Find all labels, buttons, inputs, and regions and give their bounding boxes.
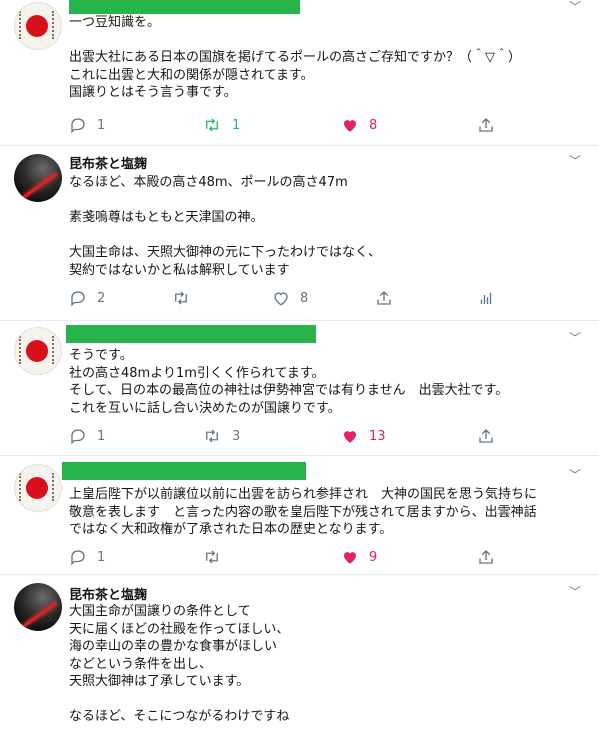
chevron-down-icon[interactable]: ﹀ [569,152,581,169]
heart-filled-icon [344,431,356,443]
like-count: 8 [369,117,378,133]
heart-icon [274,292,288,306]
reply-count: 1 [97,549,106,565]
analytics-button[interactable] [477,289,495,307]
reply-count: 1 [97,117,106,133]
redacted-username [66,325,316,343]
like-button[interactable]: 8 [341,116,377,134]
share-button[interactable] [375,289,393,307]
author-name[interactable]: 昆布茶と塩麹 [69,153,147,172]
retweet-button[interactable]: 1 [202,116,240,134]
like-count: 8 [300,290,309,306]
retweet-icon [206,429,218,443]
retweet-button[interactable] [202,548,222,566]
tweet-text: 一つ豆知識を。 出雲大社にある日本の国旗を掲げてるポールの高さご存知ですか？（＾… [69,15,521,100]
share-button[interactable] [477,116,495,134]
chevron-down-icon[interactable]: ﹀ [569,0,581,15]
tweet-text: なるほど、本殿の高さ48m、ポールの高さ47m 素戔嗚尊はもともと天津国の神。 … [69,175,382,278]
retweet-icon [206,118,218,132]
tweet-text: 大国主命が国譲りの条件として 天に届くほどの社殿を作ってほしい、 海の幸山の幸の… [69,604,290,724]
tweet-3[interactable]: ﹀ そうです。 社の高さ48mより1m引くく作られてます。 そして、日の本の最高… [0,321,599,456]
like-button[interactable]: 13 [341,427,386,445]
like-count: 13 [369,428,386,444]
reply-button[interactable]: 2 [69,289,105,307]
reply-count: 2 [97,290,106,306]
avatar[interactable] [14,583,62,631]
retweet-button[interactable]: 3 [202,427,240,445]
chevron-down-icon[interactable]: ﹀ [569,329,581,346]
share-button[interactable] [477,427,495,445]
reply-button[interactable]: 1 [69,116,105,134]
heart-filled-icon [344,552,356,564]
like-count: 9 [369,549,378,565]
author-name[interactable]: 昆布茶と塩麹 [69,584,147,603]
reply-button[interactable]: 1 [69,548,105,566]
retweet-icon [206,550,218,564]
reply-icon [71,550,85,566]
heart-filled-icon [344,120,356,132]
tweet-text: そうです。 社の高さ48mより1m引くく作られてます。 そして、日の本の最高位の… [69,348,509,416]
share-icon [377,291,391,305]
redacted-username [62,462,306,480]
like-button[interactable]: 8 [272,289,308,307]
analytics-icon [480,292,492,304]
share-icon [479,550,493,564]
redacted-username [69,0,300,14]
tweet-actions: 2 8 [69,289,569,309]
tweet-4[interactable]: ﹀ 上皇后陛下が以前譲位以前に出雲を訪られ参拝され 大神の国民を思う気持ちに 敬… [0,456,599,575]
avatar[interactable] [14,2,62,50]
tweet-text: 上皇后陛下が以前譲位以前に出雲を訪られ参拝され 大神の国民を思う気持ちに 敬意を… [69,487,538,537]
reply-icon [71,429,85,445]
retweet-button[interactable] [171,289,191,307]
like-button[interactable]: 9 [341,548,377,566]
tweet-actions: 1 9 [69,548,569,568]
reply-icon [71,291,85,307]
share-button[interactable] [477,548,495,566]
share-icon [479,118,493,132]
reply-count: 1 [97,428,106,444]
tweet-actions: 1 1 8 [69,116,569,136]
tweet-5[interactable]: 昆布茶と塩麹 ﹀ 大国主命が国譲りの条件として 天に届くほどの社殿を作ってほしい… [0,575,599,735]
retweet-icon [175,291,187,305]
avatar[interactable] [14,154,62,202]
chevron-down-icon[interactable]: ﹀ [569,466,581,483]
reply-icon [71,118,85,134]
chevron-down-icon[interactable]: ﹀ [569,583,581,600]
tweet-2[interactable]: 昆布茶と塩麹 ﹀ なるほど、本殿の高さ48m、ポールの高さ47m 素戔嗚尊はもと… [0,146,599,321]
retweet-count: 3 [232,428,241,444]
avatar[interactable] [14,327,62,375]
tweet-actions: 1 3 13 [69,427,569,447]
tweet-1[interactable]: ﹀ 一つ豆知識を。 出雲大社にある日本の国旗を掲げてるポールの高さご存知ですか？… [0,0,599,146]
reply-button[interactable]: 1 [69,427,105,445]
share-icon [479,429,493,443]
avatar[interactable] [14,464,62,512]
retweet-count: 1 [232,117,241,133]
